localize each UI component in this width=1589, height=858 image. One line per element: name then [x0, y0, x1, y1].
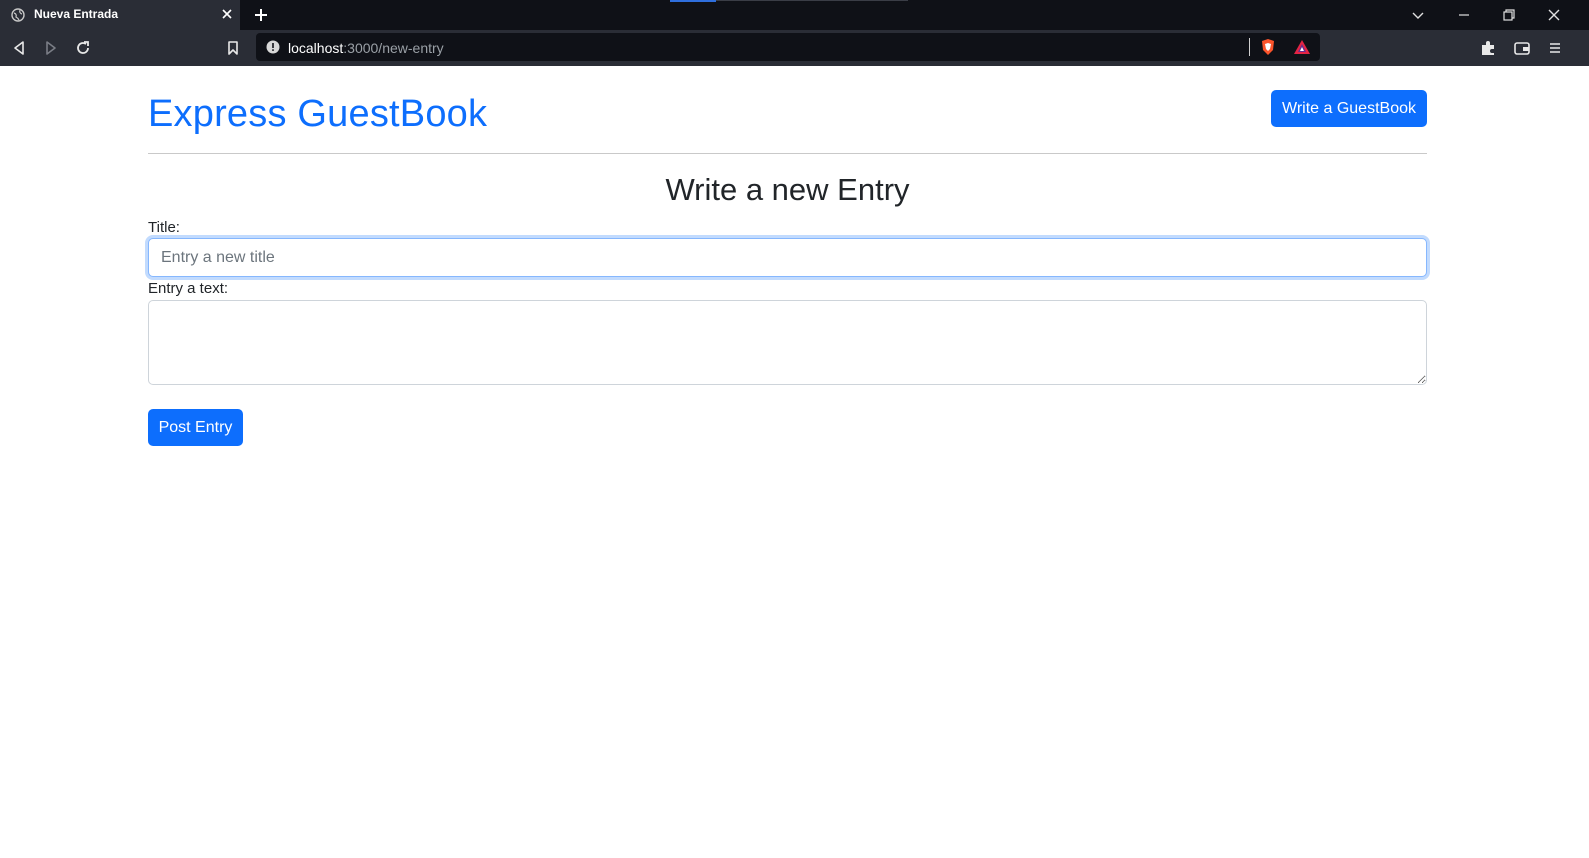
page-title: Write a new Entry: [665, 172, 910, 207]
url-host: localhost: [288, 40, 344, 56]
close-window-icon[interactable]: [1545, 6, 1563, 24]
minimize-icon[interactable]: [1455, 6, 1473, 24]
address-bar[interactable]: localhost:3000/new-entry: [256, 33, 1320, 61]
brave-rewards-icon[interactable]: [1293, 38, 1311, 56]
menu-icon[interactable]: [1546, 39, 1564, 57]
brave-shield-icon[interactable]: [1259, 38, 1277, 56]
extensions-icon[interactable]: [1479, 39, 1497, 57]
forward-icon[interactable]: [42, 39, 60, 57]
brand-title[interactable]: Express GuestBook: [148, 93, 487, 136]
browser-toolbar: localhost:3000/new-entry: [0, 30, 1589, 66]
globe-icon: [11, 8, 25, 22]
post-entry-button[interactable]: Post Entry: [148, 409, 243, 446]
bookmark-icon[interactable]: [224, 39, 242, 57]
wallet-icon[interactable]: [1513, 39, 1531, 57]
close-icon[interactable]: [220, 7, 234, 21]
tab-search-chevron-icon[interactable]: [1409, 6, 1427, 24]
tab-strip-indicator: [670, 0, 716, 2]
back-icon[interactable]: [10, 39, 28, 57]
restore-icon[interactable]: [1500, 6, 1518, 24]
tab-strip-line: [716, 0, 908, 1]
tab-title: Nueva Entrada: [34, 7, 119, 21]
browser-tab-bar: Nueva Entrada: [0, 0, 1589, 30]
title-input[interactable]: [148, 238, 1427, 277]
url-separator: [1249, 38, 1250, 56]
header-divider: [148, 153, 1427, 154]
new-tab-icon[interactable]: [252, 6, 270, 24]
entry-text-area[interactable]: [148, 300, 1427, 385]
browser-tab[interactable]: Nueva Entrada: [0, 0, 240, 30]
write-guestbook-button[interactable]: Write a GuestBook: [1271, 90, 1427, 127]
url-text: localhost:3000/new-entry: [288, 40, 444, 56]
reload-icon[interactable]: [74, 39, 92, 57]
url-path: :3000/new-entry: [343, 40, 444, 56]
info-icon[interactable]: [266, 40, 280, 54]
title-label: Title:: [148, 219, 180, 236]
text-label: Entry a text:: [148, 280, 229, 297]
